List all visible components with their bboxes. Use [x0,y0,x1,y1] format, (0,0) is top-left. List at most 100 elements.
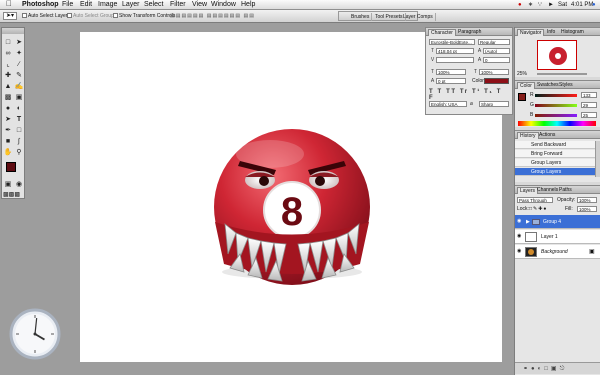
tab-histogram[interactable]: Histogram [559,29,586,36]
menubar-clock[interactable]: 4:01 PM [571,1,593,9]
screen-mode-icons[interactable]: ▩▩▩ [3,190,20,200]
tab-paths[interactable]: Paths [557,187,574,194]
path-selection-tool-icon[interactable]: ➤ [3,115,13,125]
blend-mode-select[interactable]: Pass Through [517,197,553,203]
language-select[interactable]: English: USA [429,101,467,107]
history-item[interactable]: Group Layers [515,159,595,167]
horizontal-scale-field[interactable]: 100% [479,69,509,75]
menu-select[interactable]: Select [144,1,163,9]
navigator-zoom[interactable]: 25% [517,71,527,77]
lock-buttons[interactable]: □✎✚● [529,206,547,212]
volume-icon[interactable]: ► [548,1,554,9]
font-family-select[interactable]: Eurostile-BoldExte... [429,39,475,45]
layers-footer-buttons[interactable]: ⚭●◐□▣⎋ [515,362,600,374]
vertical-scale-field[interactable]: 100% [436,69,466,75]
b-slider[interactable] [535,114,577,117]
tab-color[interactable]: Color [517,82,535,89]
anti-alias-select[interactable]: Sharp [479,101,509,107]
align-buttons[interactable]: ▤▤▤▤▤▤ ▤▤▤▤▤▤ ▤▤ [170,13,255,19]
lasso-tool-icon[interactable]: ∞ [3,49,13,59]
clone-stamp-tool-icon[interactable]: ▲ [3,82,13,92]
menu-help[interactable]: Help [241,1,255,9]
eraser-tool-icon[interactable]: ▩ [3,93,13,103]
fill-field[interactable]: 100% [577,206,597,212]
quick-mask-off-icon[interactable]: ▣ [3,180,13,190]
foreground-color-swatch[interactable] [6,162,16,172]
menu-edit[interactable]: Edit [80,1,92,9]
well-tab-brushes[interactable]: Brushes [349,13,373,21]
pen-tool-icon[interactable]: ✒ [3,126,13,136]
opacity-field[interactable]: 100% [577,197,597,203]
desktop-clock-widget[interactable] [9,308,61,360]
text-color-swatch[interactable] [484,78,509,84]
history-item[interactable]: Send Backward [515,141,595,149]
shape-tool-icon[interactable]: □ [14,126,24,136]
navigator-zoom-slider[interactable] [537,73,587,75]
menu-file[interactable]: File [62,1,73,9]
magic-wand-tool-icon[interactable]: ✦ [14,49,24,59]
tool-preset-picker[interactable]: ➤▾ [3,12,17,20]
quick-mask-on-icon[interactable]: ◉ [14,180,24,190]
history-item-selected[interactable]: Group Layers [515,168,595,176]
menu-layer[interactable]: Layer [122,1,140,9]
crop-tool-icon[interactable]: ⌞ [3,60,13,70]
gradient-tool-icon[interactable]: ▣ [14,93,24,103]
font-style-select[interactable]: Regular [478,39,510,45]
history-brush-tool-icon[interactable]: ✍ [14,82,24,92]
r-value-field[interactable]: 133 [581,92,597,98]
apple-menu-icon[interactable]:  [6,0,12,8]
visibility-eye-icon[interactable]: ◉ [517,249,523,254]
brush-tool-icon[interactable]: ✎ [14,71,24,81]
type-tool-icon[interactable]: T [14,115,24,125]
notes-tool-icon[interactable]: ■ [3,137,13,147]
layer-row-group[interactable]: ◉ ▶ Group 4 [515,215,600,229]
layer-row[interactable]: ◉ Layer 1 [515,230,600,244]
toolbox-titlebar[interactable] [2,28,24,34]
color-spectrum-ramp[interactable] [518,121,596,126]
healing-brush-tool-icon[interactable]: ✚ [3,71,13,81]
menu-window[interactable]: Window [211,1,236,9]
leading-field[interactable]: (Auto) [483,48,510,54]
group-expand-icon[interactable]: ▶ [526,215,530,229]
text-style-buttons[interactable]: T T TT Tr T¹ T₁ T F [429,89,509,101]
tab-navigator[interactable]: Navigator [517,29,545,36]
font-size-field[interactable]: 418.04 pt [436,48,474,54]
menu-filter[interactable]: Filter [170,1,186,9]
status-flag-icon[interactable]: ● [518,1,522,9]
tab-styles[interactable]: Styles [557,82,575,89]
g-value-field[interactable]: 29 [581,102,597,108]
eyedropper-tool-icon[interactable]: ∫ [14,137,24,147]
hand-tool-icon[interactable]: ✋ [3,148,13,158]
app-menu[interactable]: Photoshop [22,1,59,9]
wifi-icon[interactable]: ∵ [538,1,542,9]
history-scrollbar[interactable] [595,141,600,177]
tab-info[interactable]: Info [545,29,557,36]
blur-tool-icon[interactable]: ● [3,104,13,114]
b-value-field[interactable]: 25 [581,112,597,118]
color-fg-swatch[interactable] [518,93,526,101]
marquee-tool-icon[interactable]: □ [3,38,13,48]
r-slider[interactable] [535,94,577,97]
g-slider[interactable] [535,104,577,107]
move-tool-icon[interactable]: ➤ [14,38,24,48]
well-tab-layer-comps[interactable]: Layer Comps [401,13,436,21]
navigator-thumbnail[interactable] [537,40,577,70]
bluetooth-icon[interactable]: ∗ [528,1,533,9]
history-item[interactable]: Bring Forward [515,150,595,158]
kerning-field[interactable] [436,57,474,63]
menubar-day[interactable]: Sat [558,1,567,9]
visibility-eye-icon[interactable]: ◉ [517,234,523,239]
visibility-eye-icon[interactable]: ◉ [517,219,523,224]
tab-paragraph[interactable]: Paragraph [456,29,483,36]
show-transform-controls-option[interactable]: Show Transform Controls [113,13,175,19]
slice-tool-icon[interactable]: ∕ [14,60,24,70]
auto-select-groups-option[interactable]: Auto Select Groups [67,13,116,19]
tab-actions[interactable]: Actions [537,132,557,139]
tracking-field[interactable]: 0 [483,57,510,63]
layer-row-background[interactable]: ◉ Background ▣ [515,245,600,259]
baseline-shift-field[interactable]: 0 pt [436,78,466,84]
spotlight-icon[interactable]: ● [592,1,596,9]
tab-history[interactable]: History [517,132,539,139]
zoom-tool-icon[interactable]: ⚲ [14,148,24,158]
dodge-tool-icon[interactable]: ◐ [14,104,24,114]
